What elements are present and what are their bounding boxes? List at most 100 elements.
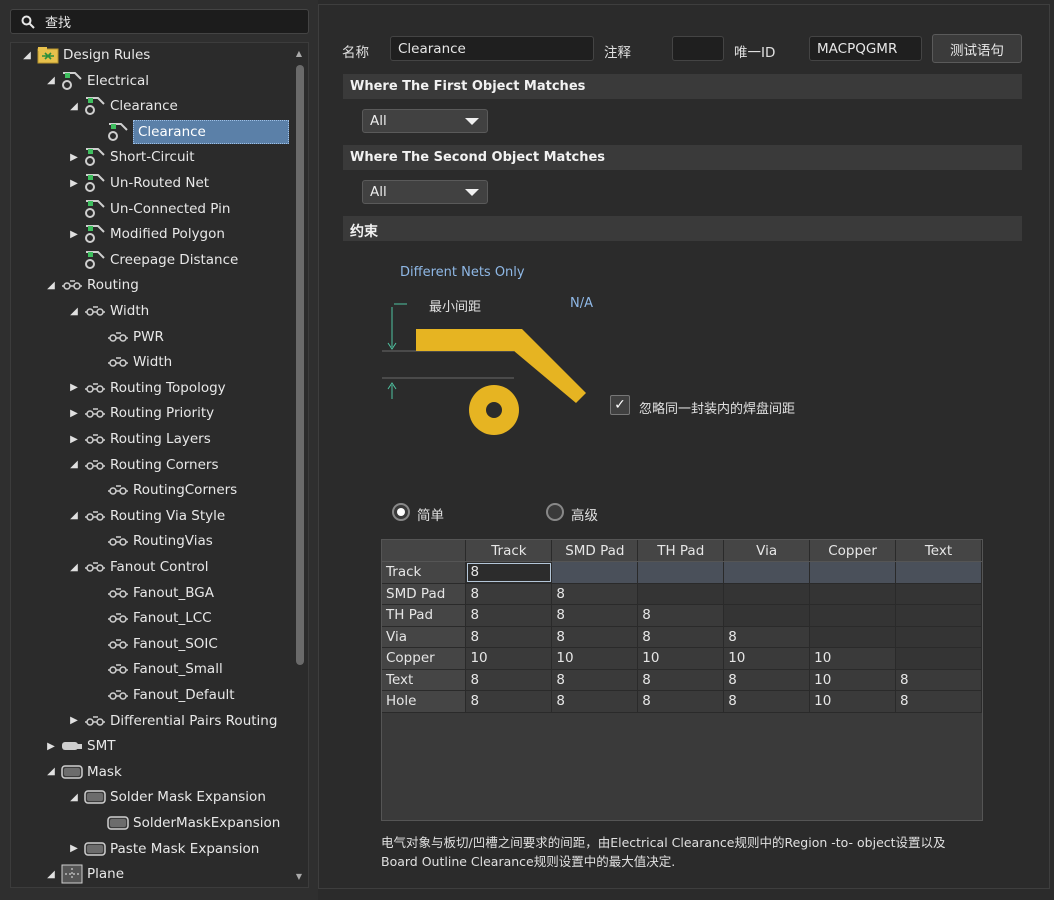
test-query-button[interactable]: 测试语句	[932, 34, 1022, 63]
tree-node-fanout-small[interactable]: Fanout_Small	[91, 657, 223, 681]
electrical-rule-icon	[84, 147, 106, 167]
matrix-cell[interactable]: 8	[723, 626, 811, 648]
tree-node-routingvias[interactable]: RoutingVias	[91, 529, 213, 553]
matrix-cell[interactable]: 8	[637, 626, 725, 648]
tree-node-fanout-lcc[interactable]: Fanout_LCC	[91, 606, 212, 630]
tree-node-smt[interactable]: ▶ SMT	[45, 734, 115, 758]
tree-node-plane[interactable]: ◢ Plane	[45, 862, 124, 886]
expanded-arrow-icon[interactable]: ◢	[45, 869, 57, 880]
tree-node-width[interactable]: Width	[91, 350, 172, 374]
tree-node-short-circuit[interactable]: ▶ Short-Circuit	[68, 145, 195, 169]
matrix-cell[interactable]: 10	[465, 647, 553, 670]
expanded-arrow-icon[interactable]: ◢	[68, 792, 80, 803]
tree-node-label: SolderMaskExpansion	[133, 815, 281, 831]
expanded-arrow-icon[interactable]: ◢	[21, 50, 33, 61]
tree-node-routing-layers[interactable]: ▶ Routing Layers	[68, 427, 211, 451]
matrix-cell[interactable]: 8	[551, 690, 639, 713]
expanded-arrow-icon[interactable]: ◢	[45, 766, 57, 777]
tree-node-fanout-bga[interactable]: Fanout_BGA	[91, 581, 214, 605]
matrix-cell[interactable]: 10	[809, 647, 897, 670]
tree-node-clearance[interactable]: ◢ Clearance	[68, 94, 178, 118]
matrix-cell[interactable]: 10	[809, 690, 897, 713]
tree-node-solder-mask-expansion[interactable]: ◢ Solder Mask Expansion	[68, 785, 266, 809]
collapsed-arrow-icon[interactable]: ▶	[68, 715, 80, 726]
tree-node-label: Design Rules	[63, 47, 151, 63]
matrix-cell[interactable]: 10	[637, 647, 725, 670]
collapsed-arrow-icon[interactable]: ▶	[68, 382, 80, 393]
matrix-cell[interactable]: 8	[465, 669, 553, 691]
matrix-row: Copper 10 10 10 10 10	[382, 647, 982, 670]
scroll-down-arrow[interactable]: ▼	[296, 872, 302, 881]
matrix-cell[interactable]: 8	[465, 626, 553, 648]
matrix-cell[interactable]: 8	[637, 669, 725, 691]
first-match-dropdown[interactable]: All	[362, 109, 488, 133]
tree-node-routing-corners[interactable]: ◢ Routing Corners	[68, 453, 218, 477]
tree-scrollbar[interactable]	[296, 65, 304, 665]
matrix-cell[interactable]: 8	[895, 690, 982, 713]
expanded-arrow-icon[interactable]: ◢	[68, 562, 80, 573]
tree-node-routing-priority[interactable]: ▶ Routing Priority	[68, 401, 214, 425]
collapsed-arrow-icon[interactable]: ▶	[68, 843, 80, 854]
collapsed-arrow-icon[interactable]: ▶	[68, 152, 80, 163]
advanced-mode-radio[interactable]	[546, 503, 564, 521]
tree-node-un-routed-net[interactable]: ▶ Un-Routed Net	[68, 171, 209, 195]
collapsed-arrow-icon[interactable]: ▶	[68, 408, 80, 419]
expanded-arrow-icon[interactable]: ◢	[68, 459, 80, 470]
name-field[interactable]: Clearance	[390, 36, 594, 61]
name-label: 名称	[342, 45, 369, 61]
expanded-arrow-icon[interactable]: ◢	[68, 101, 80, 112]
matrix-cell[interactable]: 8	[551, 626, 639, 648]
tree-node-routing-via-style[interactable]: ◢ Routing Via Style	[68, 504, 225, 528]
collapsed-arrow-icon[interactable]: ▶	[68, 434, 80, 445]
tree-node-electrical[interactable]: ◢ Electrical	[45, 69, 149, 93]
tree-node-un-connected-pin[interactable]: Un-Connected Pin	[68, 197, 230, 221]
matrix-cell[interactable]: 8	[465, 583, 553, 605]
matrix-cell[interactable]: 8	[895, 669, 982, 691]
tree-node-soldermaskexpansion[interactable]: SolderMaskExpansion	[91, 811, 280, 835]
tree-node-fanout-control[interactable]: ◢ Fanout Control	[68, 555, 208, 579]
matrix-cell[interactable]: 8	[551, 604, 639, 627]
matrix-cell[interactable]: 8	[551, 669, 639, 691]
nets-scope-link[interactable]: Different Nets Only	[400, 265, 525, 280]
tree-node-differential-pairs-routing[interactable]: ▶ Differential Pairs Routing	[68, 709, 277, 733]
collapsed-arrow-icon[interactable]: ▶	[68, 229, 80, 240]
search-box[interactable]: 查找	[10, 9, 309, 34]
tree-node-fanout-default[interactable]: Fanout_Default	[91, 683, 235, 707]
tree-node-modified-polygon[interactable]: ▶ Modified Polygon	[68, 222, 225, 246]
uid-field[interactable]: MACPQGMR	[809, 36, 922, 61]
tree-node-pwr[interactable]: PWR	[91, 325, 164, 349]
tree-node-routing[interactable]: ◢ Routing	[45, 273, 139, 297]
tree-node-design-rules[interactable]: ◢ Design Rules	[21, 43, 150, 67]
matrix-cell[interactable]: 8	[465, 604, 553, 627]
comment-field[interactable]	[672, 36, 724, 61]
matrix-cell[interactable]: 8	[465, 690, 553, 713]
matrix-cell[interactable]: 8	[551, 583, 639, 605]
expanded-arrow-icon[interactable]: ◢	[45, 75, 57, 86]
expanded-arrow-icon[interactable]: ◢	[68, 510, 80, 521]
matrix-cell[interactable]: 8	[723, 669, 811, 691]
tree-node-creepage-distance[interactable]: Creepage Distance	[68, 248, 238, 272]
matrix-cell[interactable]: 10	[809, 669, 897, 691]
tree-node-fanout-soic[interactable]: Fanout_SOIC	[91, 632, 218, 656]
collapsed-arrow-icon[interactable]: ▶	[68, 178, 80, 189]
matrix-cell-empty	[809, 604, 897, 627]
expanded-arrow-icon[interactable]: ◢	[45, 280, 57, 291]
matrix-cell[interactable]: 10	[723, 647, 811, 670]
matrix-cell[interactable]: 8	[465, 561, 553, 584]
tree-node-mask[interactable]: ◢ Mask	[45, 760, 122, 784]
tree-node-paste-mask-expansion[interactable]: ▶ Paste Mask Expansion	[68, 837, 259, 861]
matrix-cell[interactable]: 8	[637, 604, 725, 627]
tree-node-routing-topology[interactable]: ▶ Routing Topology	[68, 376, 226, 400]
matrix-cell[interactable]: 8	[637, 690, 725, 713]
second-match-dropdown[interactable]: All	[362, 180, 488, 204]
tree-node-clearance[interactable]: Clearance	[91, 119, 289, 144]
scroll-up-arrow[interactable]: ▲	[296, 49, 302, 58]
expanded-arrow-icon[interactable]: ◢	[68, 306, 80, 317]
simple-mode-radio[interactable]	[392, 503, 410, 521]
tree-node-width[interactable]: ◢ Width	[68, 299, 149, 323]
ignore-pads-checkbox[interactable]: ✓	[610, 395, 630, 415]
matrix-cell[interactable]: 8	[723, 690, 811, 713]
collapsed-arrow-icon[interactable]: ▶	[45, 741, 57, 752]
tree-node-routingcorners[interactable]: RoutingCorners	[91, 478, 237, 502]
matrix-cell[interactable]: 10	[551, 647, 639, 670]
